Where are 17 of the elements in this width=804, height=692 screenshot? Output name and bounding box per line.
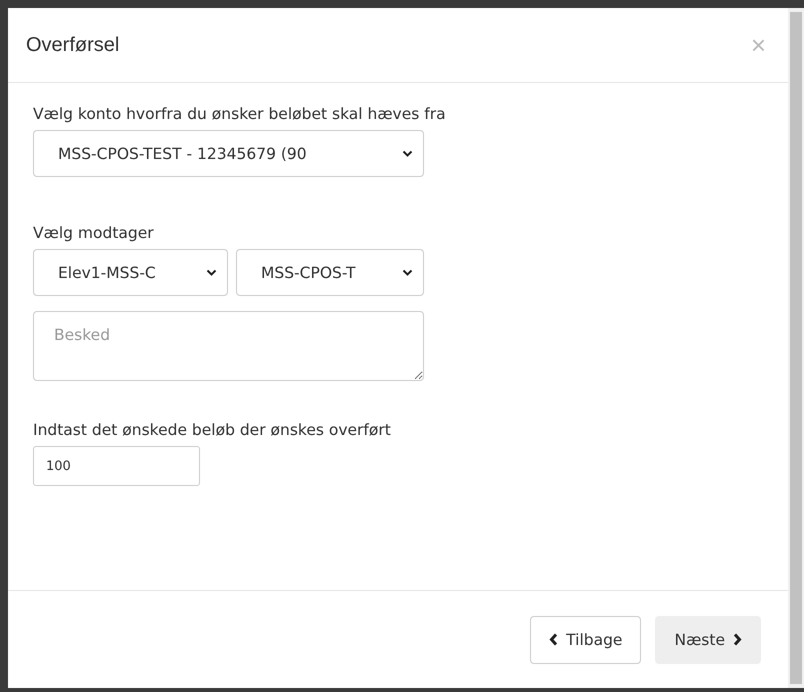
amount-field[interactable]: 100 <box>33 446 200 486</box>
dialog-title: Overførsel <box>26 34 120 56</box>
recipient-select[interactable]: Elev1-MSS-C <box>33 249 228 296</box>
chevron-down-icon <box>402 268 413 276</box>
chevron-down-icon <box>206 268 217 276</box>
chevron-down-icon <box>402 150 413 158</box>
message-field[interactable]: Besked <box>33 311 424 381</box>
chevron-left-icon <box>549 633 558 646</box>
field-label: Vælg modtager <box>33 224 155 242</box>
account-select[interactable]: MSS-CPOS-TEST - 12345679 (90 <box>33 130 424 177</box>
next-button[interactable]: Næste <box>655 616 761 664</box>
scrollbar[interactable] <box>788 8 804 688</box>
field-label: Indtast det ønskede beløb der ønskes overført <box>33 421 392 439</box>
back-button[interactable]: Tilbage <box>530 616 642 664</box>
chevron-right-icon <box>733 633 742 646</box>
field-label: Vælg konto hvorfra du ønsker beløbet skal hæves fra <box>33 105 447 123</box>
recipient-select[interactable]: MSS-CPOS-T <box>236 249 424 296</box>
